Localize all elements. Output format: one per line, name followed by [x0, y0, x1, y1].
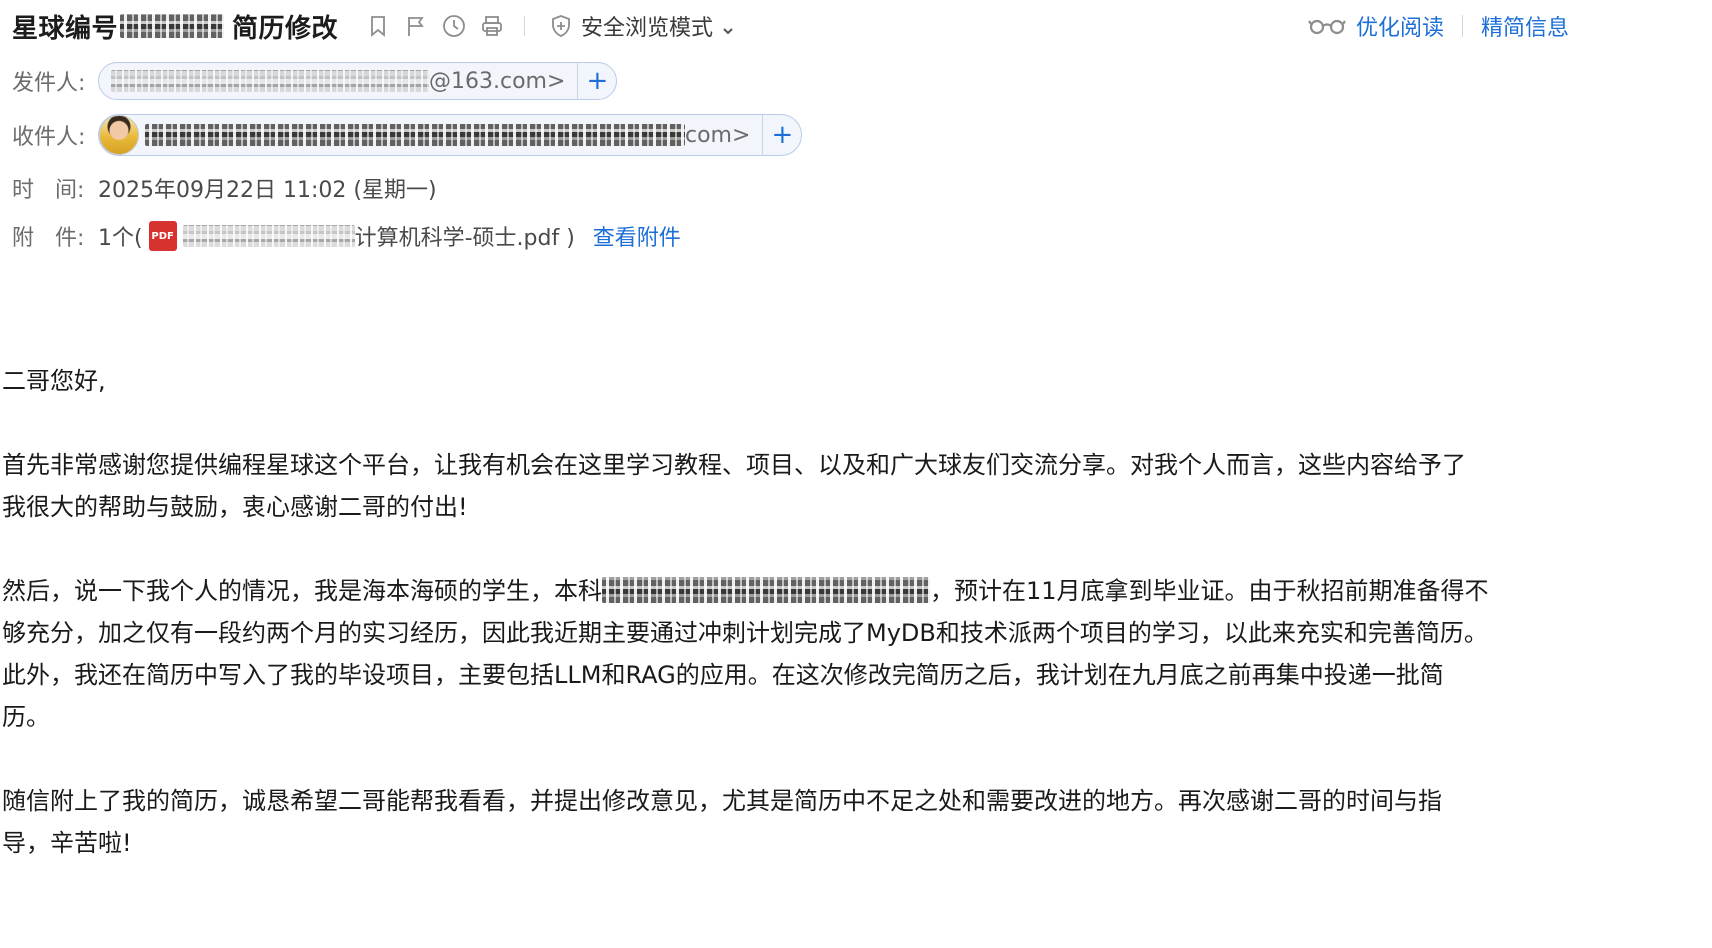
paragraph-3-line-1: 随信附上了我的简历，诚恳希望二哥能帮我看看，并提出修改意见，尤其是简历中不足之处…: [2, 787, 1442, 815]
sender-chip[interactable]: @163.com> +: [98, 62, 618, 100]
glasses-icon: [1308, 19, 1346, 35]
attachment-row: 附 件: 1个( PDF 计算机科学-硕士.pdf ) 查看附件: [12, 220, 681, 252]
paragraph-1-line-2: 我很大的帮助与鼓励，衷心感谢二哥的付出!: [2, 493, 468, 521]
attachment-filename[interactable]: 计算机科学-硕士.pdf ): [355, 220, 575, 252]
pdf-icon: PDF: [148, 221, 177, 251]
bookmark-icon[interactable]: [366, 14, 390, 38]
email-body: 二哥您好, 首先非常感谢您提供编程星球这个平台，让我有机会在这里学习教程、项目、…: [2, 360, 1712, 864]
sender-email-visible: @163.com>: [429, 68, 566, 94]
paragraph-2-line-3: 此外，我还在简历中写入了我的毕设项目，主要包括LLM和RAG的应用。在这次修改完…: [2, 661, 1444, 689]
view-options-divider: [1462, 15, 1464, 37]
paragraph-3-line-2: 导，辛苦啦!: [2, 829, 132, 857]
view-options: 优化阅读 精简信息: [1308, 10, 1569, 42]
greeting: 二哥您好,: [2, 367, 106, 395]
optimize-reading-button[interactable]: 优化阅读: [1308, 10, 1444, 42]
subject-toolbar: 安全浏览模式: [366, 10, 735, 42]
redacted-member-id: [120, 14, 225, 38]
safe-mode-label: 安全浏览模式: [581, 16, 714, 41]
email-view: 星球编号 简历修改 安全浏览模式 优化阅读 精简信息 发件人: @163.com…: [0, 0, 1712, 948]
redacted-recipient-address: [145, 124, 685, 146]
from-label: 发件人:: [12, 71, 86, 96]
redacted-university: [602, 577, 930, 603]
paragraph-2-line-1: 然后，说一下我个人的情况，我是海本海硕的学生，本科 ，预计在11月底拿到毕业证。由…: [2, 570, 1712, 612]
optimize-reading-label: 优化阅读: [1356, 16, 1445, 41]
subject-prefix: 星球编号: [12, 13, 119, 44]
shield-icon: [552, 15, 570, 37]
paragraph-1-line-1: 首先非常感谢您提供编程星球这个平台，让我有机会在这里学习教程、项目、以及和广大球…: [2, 451, 1466, 479]
simplify-info-button[interactable]: 精简信息: [1481, 10, 1569, 42]
add-sender-contact-button[interactable]: +: [577, 63, 616, 99]
safe-browse-mode-dropdown[interactable]: 安全浏览模式: [549, 10, 735, 42]
add-recipient-contact-button[interactable]: +: [762, 115, 801, 155]
chevron-down-icon: [721, 19, 735, 35]
sent-time: 2025年09月22日 11:02 (星期一): [98, 178, 437, 203]
redacted-attachment-name: [182, 225, 355, 247]
view-attachment-link[interactable]: 查看附件: [593, 220, 681, 252]
to-row: 收件人: com> +: [12, 114, 803, 156]
avatar: [99, 115, 139, 155]
attachment-label: 附 件:: [12, 226, 85, 251]
clock-icon[interactable]: [442, 14, 466, 38]
subject-suffix: 简历修改: [232, 13, 339, 44]
paragraph-2-line-1-end: ，预计在11月底拿到毕业证。由于秋招前期准备得不: [930, 577, 1489, 605]
flag-icon[interactable]: [404, 14, 428, 38]
to-label: 收件人:: [12, 125, 86, 150]
redacted-sender-address: [111, 70, 429, 92]
paragraph-2-line-1-start: 然后，说一下我个人的情况，我是海本海硕的学生，本科: [2, 577, 602, 605]
from-row: 发件人: @163.com> +: [12, 62, 618, 100]
paragraph-2-line-4: 历。: [2, 703, 50, 731]
recipient-chip[interactable]: com> +: [98, 114, 803, 156]
time-row: 时 间: 2025年09月22日 11:02 (星期一): [12, 172, 437, 204]
print-icon[interactable]: [480, 14, 504, 38]
email-subject: 星球编号 简历修改: [12, 8, 338, 45]
paragraph-2-line-2: 够充分，加之仅有一段约两个月的实习经历，因此我近期主要通过冲刺计划完成了MyDB…: [2, 619, 1488, 647]
time-label: 时 间:: [12, 178, 85, 203]
recipient-email-visible: com>: [685, 122, 751, 148]
toolbar-divider: [524, 16, 526, 36]
attachment-count: 1个(: [98, 226, 143, 251]
